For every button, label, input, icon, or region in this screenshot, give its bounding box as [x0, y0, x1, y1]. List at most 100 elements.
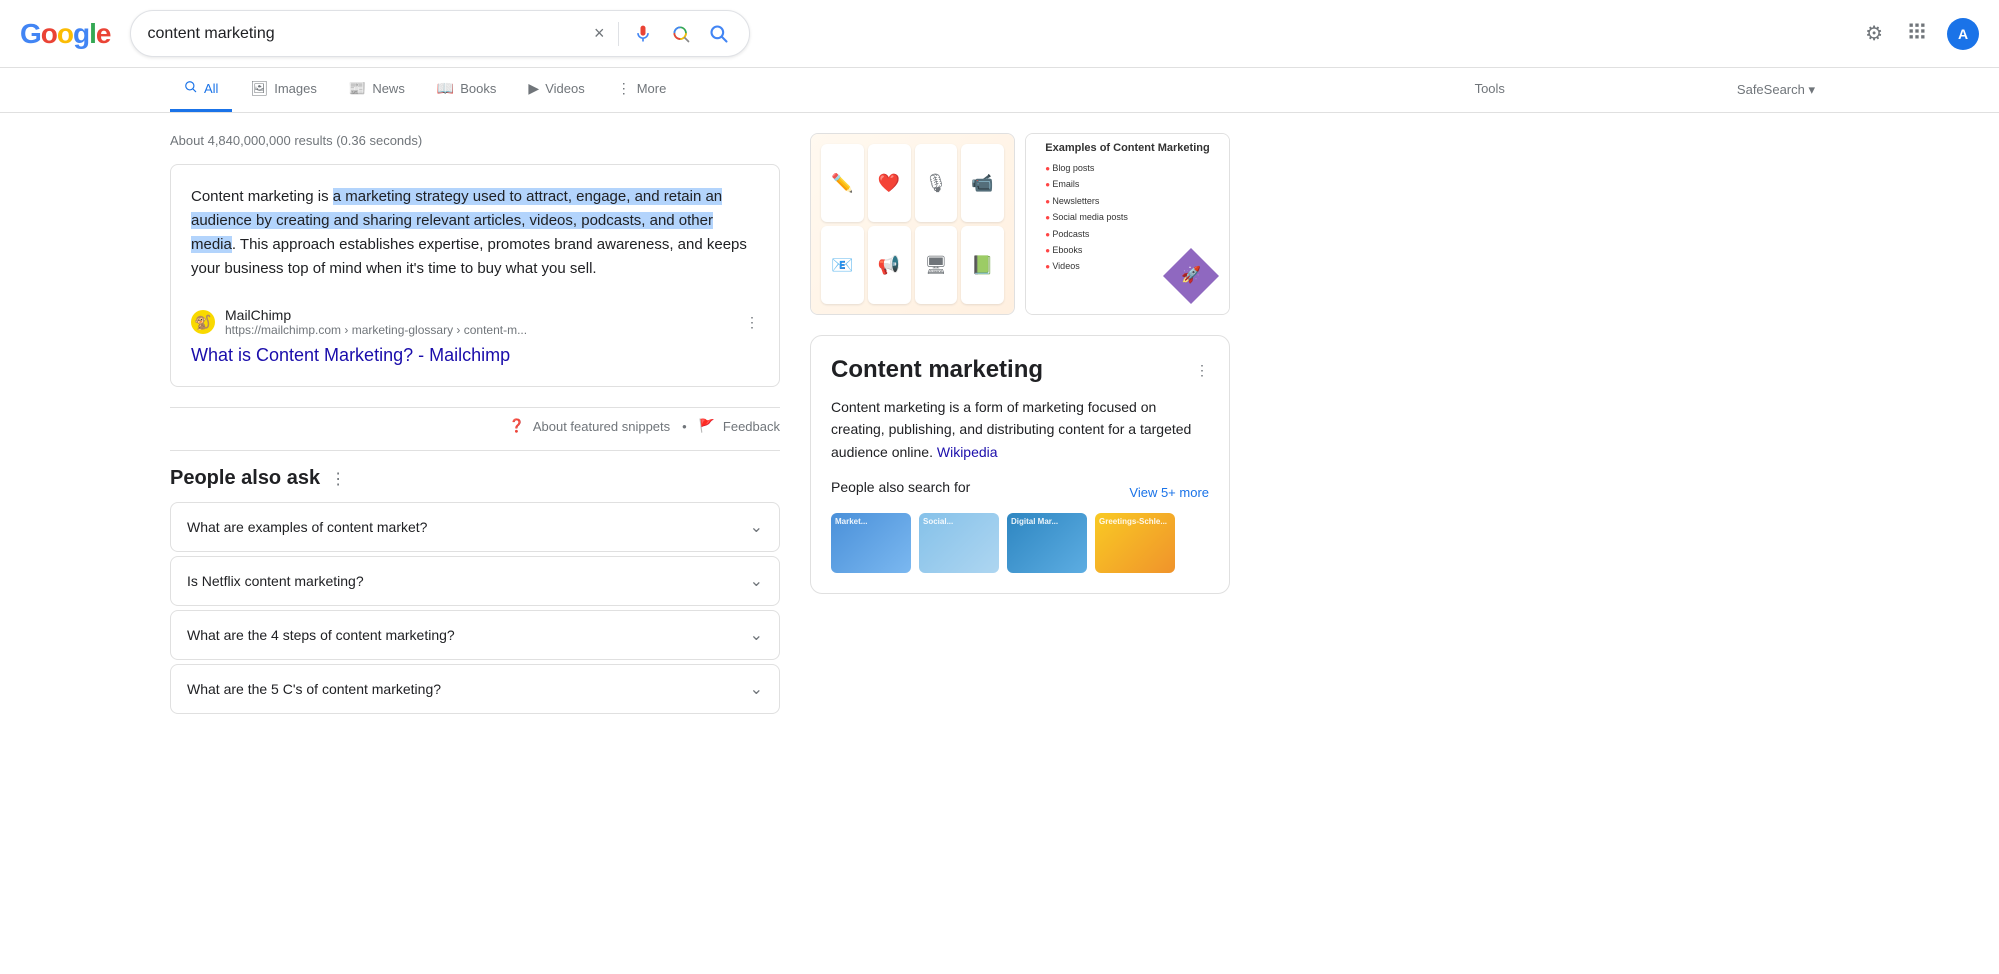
images-row: ✏️ ❤️ 🎙 📹 📧 📢 🖥 📗 Examples of Conten	[810, 133, 1230, 315]
img2-title: Examples of Content Marketing	[1045, 142, 1209, 154]
paa-item-0[interactable]: What are examples of content market? ⌄	[170, 502, 780, 552]
lens-search-button[interactable]	[667, 20, 695, 48]
mic-icon	[633, 24, 653, 44]
tab-books[interactable]: 📖 Books	[423, 68, 511, 112]
kp-menu-icon[interactable]: ⋮	[1195, 362, 1209, 379]
google-logo[interactable]: Google	[20, 18, 110, 50]
safesearch-button[interactable]: SafeSearch ▾	[1723, 70, 1829, 110]
snippet-link[interactable]: What is Content Marketing? - Mailchimp	[191, 345, 759, 366]
tab-videos-label: Videos	[545, 81, 585, 96]
img1-item-7: 📗	[961, 226, 1004, 304]
paa-item-3[interactable]: What are the 5 C's of content marketing?…	[170, 664, 780, 714]
feedback-flag-icon: 🚩	[699, 418, 715, 434]
books-tab-icon: 📖	[437, 80, 454, 97]
left-column: About 4,840,000,000 results (0.36 second…	[170, 133, 780, 718]
snippet-text-before: Content marketing is	[191, 188, 333, 205]
paa-item-2[interactable]: What are the 4 steps of content marketin…	[170, 610, 780, 660]
voice-search-button[interactable]	[629, 20, 657, 48]
header-right: ⚙ A	[1861, 17, 1979, 51]
kp-thumb-label-0: Market...	[831, 513, 911, 530]
images-tab-icon: 🖼	[250, 80, 268, 97]
img2-list-item-3: Social media posts	[1045, 209, 1209, 225]
source-favicon: 🐒	[191, 310, 215, 334]
settings-button[interactable]: ⚙	[1861, 17, 1887, 50]
tab-videos[interactable]: ▶ Videos	[514, 68, 598, 112]
image-card-2[interactable]: Examples of Content Marketing Blog posts…	[1025, 133, 1230, 315]
paa-menu-icon[interactable]: ⋮	[330, 469, 346, 489]
img1-item-5: 📢	[868, 226, 911, 304]
logo-letter-o1: o	[41, 18, 57, 49]
kp-thumb-1[interactable]: Social...	[919, 513, 999, 573]
lens-icon	[671, 24, 691, 44]
apps-icon	[1907, 21, 1927, 41]
image-2: Examples of Content Marketing Blog posts…	[1026, 134, 1229, 314]
paa-chevron-1: ⌄	[750, 571, 763, 591]
help-icon: ❓	[509, 418, 525, 434]
search-input[interactable]	[147, 25, 579, 43]
img1-item-4: 📧	[821, 226, 864, 304]
clear-search-button[interactable]: ×	[590, 19, 609, 48]
img1-item-0: ✏️	[821, 144, 864, 222]
kp-header: Content marketing ⋮	[831, 356, 1209, 384]
img2-list-item-0: Blog posts	[1045, 160, 1209, 176]
tab-news[interactable]: 📰 News	[335, 68, 419, 112]
search-bar: ×	[130, 10, 750, 57]
kp-thumb-2[interactable]: Digital Mar...	[1007, 513, 1087, 573]
tab-images[interactable]: 🖼 Images	[236, 68, 330, 112]
kp-wikipedia-link[interactable]: Wikipedia	[937, 444, 998, 460]
image-card-1[interactable]: ✏️ ❤️ 🎙 📹 📧 📢 🖥 📗	[810, 133, 1015, 315]
img1-item-1: ❤️	[868, 144, 911, 222]
avatar[interactable]: A	[1947, 18, 1979, 50]
featured-snippet: Content marketing is a marketing strateg…	[170, 164, 780, 387]
img2-list-item-1: Emails	[1045, 176, 1209, 192]
paa-header: People also ask ⋮	[170, 467, 780, 490]
tools-button[interactable]: Tools	[1461, 69, 1519, 111]
all-tab-icon	[184, 80, 198, 97]
tab-all[interactable]: All	[170, 68, 232, 112]
kp-description-text: Content marketing is a form of marketing…	[831, 399, 1191, 460]
img1-item-6: 🖥	[915, 226, 958, 304]
paa-item-1[interactable]: Is Netflix content marketing? ⌄	[170, 556, 780, 606]
img2-list-item-4: Podcasts	[1045, 226, 1209, 242]
paa-section: People also ask ⋮ What are examples of c…	[170, 467, 780, 714]
news-tab-icon: 📰	[349, 80, 366, 97]
snippet-text: Content marketing is a marketing strateg…	[191, 185, 759, 281]
kp-title: Content marketing	[831, 356, 1043, 384]
search-bar-wrapper: ×	[130, 10, 750, 57]
logo-letter-g2: g	[73, 18, 89, 49]
paa-chevron-0: ⌄	[750, 517, 763, 537]
kp-description: Content marketing is a form of marketing…	[831, 396, 1209, 463]
kp-thumb-label-2: Digital Mar...	[1007, 513, 1087, 530]
feedback-link[interactable]: Feedback	[723, 419, 780, 434]
source-name: MailChimp	[225, 307, 735, 323]
paa-question-2: What are the 4 steps of content marketin…	[187, 627, 455, 643]
source-menu-icon[interactable]: ⋮	[745, 314, 759, 331]
snippet-text-after: . This approach establishes expertise, p…	[191, 236, 747, 277]
snippet-source: 🐒 MailChimp https://mailchimp.com › mark…	[191, 297, 759, 337]
header: Google ×	[0, 0, 1999, 68]
logo-letter-g: G	[20, 18, 41, 49]
main-content: About 4,840,000,000 results (0.36 second…	[0, 113, 1400, 738]
knowledge-panel: Content marketing ⋮ Content marketing is…	[810, 335, 1230, 594]
kp-view-more-link[interactable]: View 5+ more	[1129, 485, 1209, 500]
tab-more-label: More	[637, 81, 667, 96]
tab-books-label: Books	[460, 81, 496, 96]
search-submit-button[interactable]	[705, 20, 733, 48]
paa-question-1: Is Netflix content marketing?	[187, 573, 364, 589]
tab-images-label: Images	[274, 81, 317, 96]
apps-button[interactable]	[1903, 17, 1931, 51]
tab-all-label: All	[204, 81, 218, 96]
img2-list-item-2: Newsletters	[1045, 193, 1209, 209]
paa-question-3: What are the 5 C's of content marketing?	[187, 681, 441, 697]
kp-thumb-0[interactable]: Market...	[831, 513, 911, 573]
about-featured-snippets-link[interactable]: About featured snippets	[533, 419, 670, 434]
feedback-dot: •	[682, 419, 687, 434]
logo-letter-e: e	[96, 18, 111, 49]
kp-thumb-3[interactable]: Greetings-Schle...	[1095, 513, 1175, 573]
tab-more[interactable]: ⋮ More	[603, 68, 681, 112]
img1-item-2: 🎙	[915, 144, 958, 222]
more-tab-icon: ⋮	[617, 80, 631, 97]
kp-people-search-title: People also search for	[831, 479, 970, 495]
source-url: https://mailchimp.com › marketing-glossa…	[225, 323, 735, 337]
img1-item-3: 📹	[961, 144, 1004, 222]
